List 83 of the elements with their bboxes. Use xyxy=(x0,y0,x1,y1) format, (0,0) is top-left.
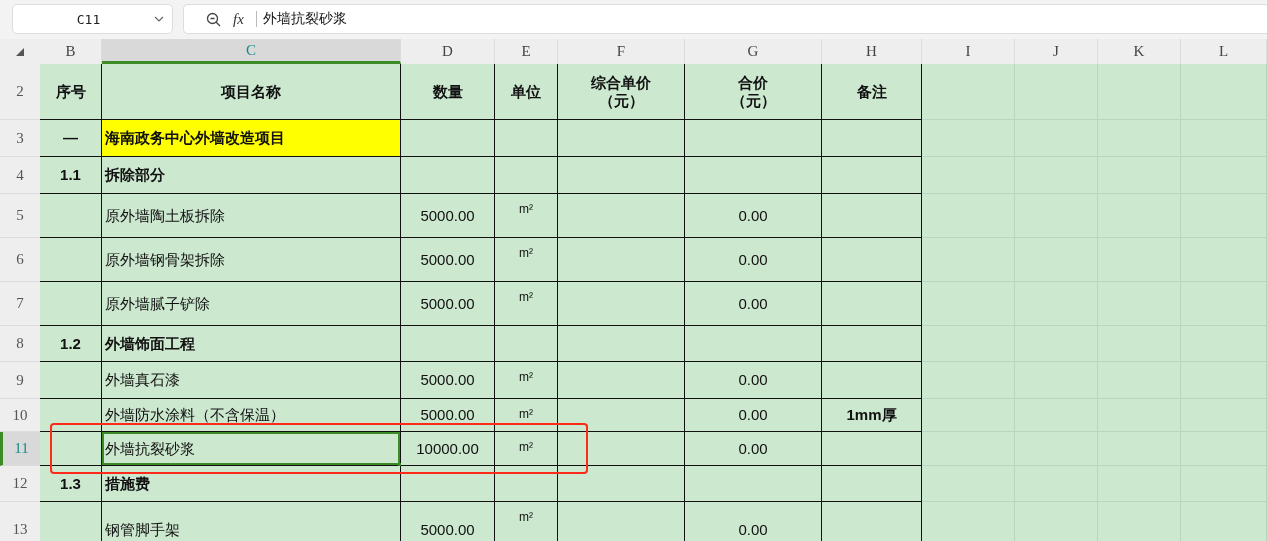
table-cell: 外墙防水涂料（不含保温） xyxy=(102,399,401,432)
zoom-out-icon[interactable] xyxy=(206,11,221,27)
table-cell xyxy=(495,157,558,194)
table-cell: 1.1 xyxy=(40,157,102,194)
table-cell: 0.00 xyxy=(685,194,822,238)
table-cell: — xyxy=(40,120,102,157)
table-cell: 序号 xyxy=(40,64,102,120)
selected-cell[interactable]: 外墙抗裂砂浆 xyxy=(102,432,401,466)
table-cell: 拆除部分 xyxy=(102,157,401,194)
table-cell: 钢管脚手架 xyxy=(102,502,401,541)
row-header[interactable]: 13 xyxy=(0,502,40,541)
header-text: 综合单价 xyxy=(591,74,651,92)
table-cell: 0.00 xyxy=(685,362,822,399)
header-text: （元） xyxy=(598,91,644,109)
column-header[interactable]: H xyxy=(822,39,922,64)
row-header[interactable]: 7 xyxy=(0,282,40,326)
function-button[interactable]: fx xyxy=(233,10,244,28)
column-header[interactable]: B xyxy=(40,39,102,64)
table-cell: 1mm厚 xyxy=(822,399,922,432)
column-header[interactable]: J xyxy=(1015,39,1098,64)
formula-field[interactable]: fx 外墙抗裂砂浆 xyxy=(183,4,1267,34)
table-cell: 0.00 xyxy=(685,282,822,326)
column-header[interactable]: F xyxy=(558,39,685,64)
name-box[interactable]: C11 xyxy=(12,4,173,34)
table-cell: 0.00 xyxy=(685,238,822,282)
table-cell xyxy=(495,326,558,362)
table-cell: 原外墙陶土板拆除 xyxy=(102,194,401,238)
table-cell: m² xyxy=(495,238,558,282)
table-cell: 1.3 xyxy=(40,466,102,502)
table-cell: m² xyxy=(495,502,558,541)
table-cell: 项目名称 xyxy=(102,64,401,120)
table-cell xyxy=(495,466,558,502)
select-all-icon[interactable] xyxy=(16,47,24,56)
column-header[interactable]: E xyxy=(495,39,558,64)
column-header[interactable]: K xyxy=(1098,39,1181,64)
row-header[interactable]: 4 xyxy=(0,157,40,194)
table-cell xyxy=(40,194,102,238)
table-cell xyxy=(495,120,558,157)
table-cell: 单位 xyxy=(495,64,558,120)
row-header[interactable]: 5 xyxy=(0,194,40,238)
table-cell: 0.00 xyxy=(685,399,822,432)
row-header[interactable]: 3 xyxy=(0,120,40,157)
table-cell: 10000.00 xyxy=(401,432,495,466)
table-cell: 5000.00 xyxy=(401,399,495,432)
table-cell: 原外墙腻子铲除 xyxy=(102,282,401,326)
table-cell: 5000.00 xyxy=(401,502,495,541)
table-cell: m² xyxy=(495,432,558,466)
table-cell: 措施费 xyxy=(102,466,401,502)
table-cell xyxy=(40,399,102,432)
table-cell: 备注 xyxy=(822,64,922,120)
table-cell: m² xyxy=(495,362,558,399)
row-header[interactable]: 6 xyxy=(0,238,40,282)
table-cell xyxy=(40,282,102,326)
table-cell: 0.00 xyxy=(685,502,822,541)
table-cell: m² xyxy=(495,282,558,326)
column-header[interactable]: L xyxy=(1181,39,1267,64)
header-text: 合价 xyxy=(738,74,768,92)
chevron-down-icon xyxy=(154,16,164,22)
table-cell: 数量 xyxy=(401,64,495,120)
table-cell xyxy=(40,432,102,466)
table-cell: 5000.00 xyxy=(401,362,495,399)
table-cell: 5000.00 xyxy=(401,238,495,282)
table-cell: m² xyxy=(495,399,558,432)
header-text: （元） xyxy=(730,91,776,109)
table-cell: 原外墙钢骨架拆除 xyxy=(102,238,401,282)
table-cell: 海南政务中心外墙改造项目 xyxy=(102,120,401,157)
table-cell: 外墙饰面工程 xyxy=(102,326,401,362)
table-cell: m² xyxy=(495,194,558,238)
table-cell: 0.00 xyxy=(685,432,822,466)
column-header[interactable]: G xyxy=(685,39,822,64)
row-header[interactable]: 2 xyxy=(0,64,40,120)
table-cell: 外墙真石漆 xyxy=(102,362,401,399)
table-cell: 1.2 xyxy=(40,326,102,362)
row-header[interactable]: 8 xyxy=(0,326,40,362)
row-header[interactable]: 10 xyxy=(0,399,40,432)
column-header[interactable]: D xyxy=(401,39,495,64)
table-cell xyxy=(40,238,102,282)
row-header[interactable]: 12 xyxy=(0,466,40,502)
table-cell xyxy=(40,362,102,399)
column-header[interactable]: I xyxy=(922,39,1015,64)
table-cell: 5000.00 xyxy=(401,282,495,326)
table-cell: 5000.00 xyxy=(401,194,495,238)
row-header[interactable]: 9 xyxy=(0,362,40,399)
